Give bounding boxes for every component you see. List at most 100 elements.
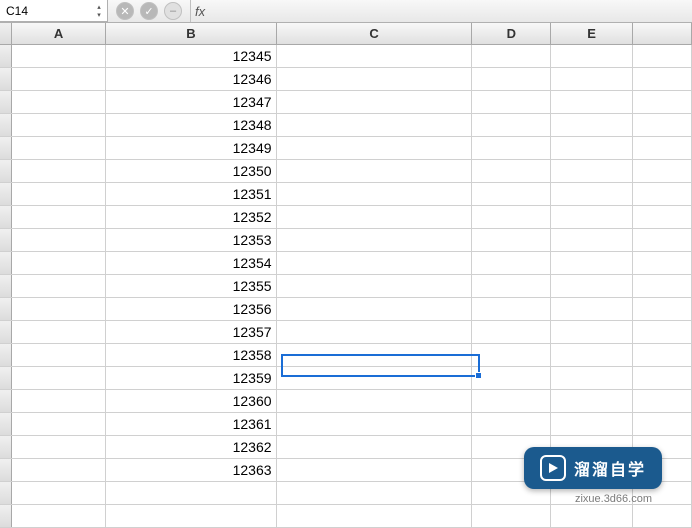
- cell[interactable]: [633, 344, 692, 366]
- cell[interactable]: [633, 390, 692, 412]
- cell[interactable]: 12352: [106, 206, 276, 228]
- cell[interactable]: [472, 68, 551, 90]
- row-header[interactable]: [0, 91, 12, 113]
- cell[interactable]: [12, 252, 107, 274]
- cell[interactable]: [633, 298, 692, 320]
- cell[interactable]: [277, 436, 473, 458]
- row-header[interactable]: [0, 45, 12, 67]
- col-header-B[interactable]: B: [106, 23, 276, 44]
- cell[interactable]: [12, 482, 107, 504]
- row-header[interactable]: [0, 413, 12, 435]
- cell[interactable]: [277, 229, 473, 251]
- cell[interactable]: [12, 344, 107, 366]
- cell[interactable]: [551, 114, 633, 136]
- cell[interactable]: [472, 413, 551, 435]
- cell[interactable]: [472, 183, 551, 205]
- cell[interactable]: [277, 160, 473, 182]
- cell[interactable]: [12, 91, 107, 113]
- stepper-up-icon[interactable]: ▴: [93, 3, 105, 11]
- cell[interactable]: [633, 413, 692, 435]
- col-header-A[interactable]: A: [12, 23, 107, 44]
- cell[interactable]: [277, 91, 473, 113]
- cell[interactable]: [12, 367, 107, 389]
- cell[interactable]: [12, 275, 107, 297]
- cell[interactable]: [12, 45, 107, 67]
- col-header-E[interactable]: E: [551, 23, 633, 44]
- row-header[interactable]: [0, 137, 12, 159]
- cell[interactable]: [277, 413, 473, 435]
- row-header[interactable]: [0, 229, 12, 251]
- cell[interactable]: [12, 390, 107, 412]
- cell[interactable]: [633, 252, 692, 274]
- select-all-corner[interactable]: [0, 23, 12, 44]
- cell[interactable]: 12349: [106, 137, 276, 159]
- row-header[interactable]: [0, 68, 12, 90]
- cancel-icon[interactable]: ✕: [116, 2, 134, 20]
- cell[interactable]: [551, 229, 633, 251]
- cell[interactable]: [551, 413, 633, 435]
- cell[interactable]: [277, 321, 473, 343]
- name-box[interactable]: C14 ▴ ▾: [0, 0, 108, 22]
- col-header-C[interactable]: C: [277, 23, 473, 44]
- cell[interactable]: [12, 137, 107, 159]
- cell[interactable]: [277, 344, 473, 366]
- cell[interactable]: [472, 114, 551, 136]
- row-header[interactable]: [0, 482, 12, 504]
- fx-icon[interactable]: fx: [191, 4, 205, 19]
- cell[interactable]: 12348: [106, 114, 276, 136]
- cell[interactable]: [277, 114, 473, 136]
- cell[interactable]: [277, 298, 473, 320]
- cell[interactable]: [633, 183, 692, 205]
- row-header[interactable]: [0, 390, 12, 412]
- cell[interactable]: [633, 91, 692, 113]
- col-header-F[interactable]: [633, 23, 692, 44]
- cell[interactable]: [277, 482, 473, 504]
- cell[interactable]: [12, 505, 107, 527]
- row-header[interactable]: [0, 459, 12, 481]
- cell[interactable]: 12359: [106, 367, 276, 389]
- cell[interactable]: 12346: [106, 68, 276, 90]
- cell[interactable]: [472, 505, 551, 527]
- cell[interactable]: [12, 459, 107, 481]
- cell[interactable]: 12357: [106, 321, 276, 343]
- cell[interactable]: [551, 505, 633, 527]
- cell[interactable]: [551, 137, 633, 159]
- row-header[interactable]: [0, 298, 12, 320]
- cell[interactable]: 12363: [106, 459, 276, 481]
- cell[interactable]: [551, 298, 633, 320]
- cell[interactable]: [12, 68, 107, 90]
- cell[interactable]: [551, 321, 633, 343]
- row-header[interactable]: [0, 321, 12, 343]
- cell[interactable]: 12362: [106, 436, 276, 458]
- row-header[interactable]: [0, 505, 12, 527]
- row-header[interactable]: [0, 183, 12, 205]
- cell[interactable]: [472, 206, 551, 228]
- cell[interactable]: [472, 137, 551, 159]
- cell[interactable]: [633, 229, 692, 251]
- cell[interactable]: 12355: [106, 275, 276, 297]
- cell[interactable]: [472, 229, 551, 251]
- cell[interactable]: [12, 413, 107, 435]
- col-header-D[interactable]: D: [472, 23, 551, 44]
- cell[interactable]: [12, 321, 107, 343]
- row-header[interactable]: [0, 344, 12, 366]
- cell[interactable]: [277, 206, 473, 228]
- cell[interactable]: [633, 68, 692, 90]
- cell[interactable]: [472, 252, 551, 274]
- cell[interactable]: [12, 183, 107, 205]
- cell[interactable]: [551, 252, 633, 274]
- cell[interactable]: 12356: [106, 298, 276, 320]
- row-header[interactable]: [0, 367, 12, 389]
- cell[interactable]: [277, 68, 473, 90]
- row-header[interactable]: [0, 206, 12, 228]
- cell[interactable]: [12, 160, 107, 182]
- cell[interactable]: [633, 206, 692, 228]
- row-header[interactable]: [0, 160, 12, 182]
- cell[interactable]: 12358: [106, 344, 276, 366]
- cell[interactable]: [633, 505, 692, 527]
- cell[interactable]: [12, 206, 107, 228]
- cell[interactable]: [472, 321, 551, 343]
- cell[interactable]: [12, 114, 107, 136]
- cell[interactable]: [551, 183, 633, 205]
- cell[interactable]: [277, 367, 473, 389]
